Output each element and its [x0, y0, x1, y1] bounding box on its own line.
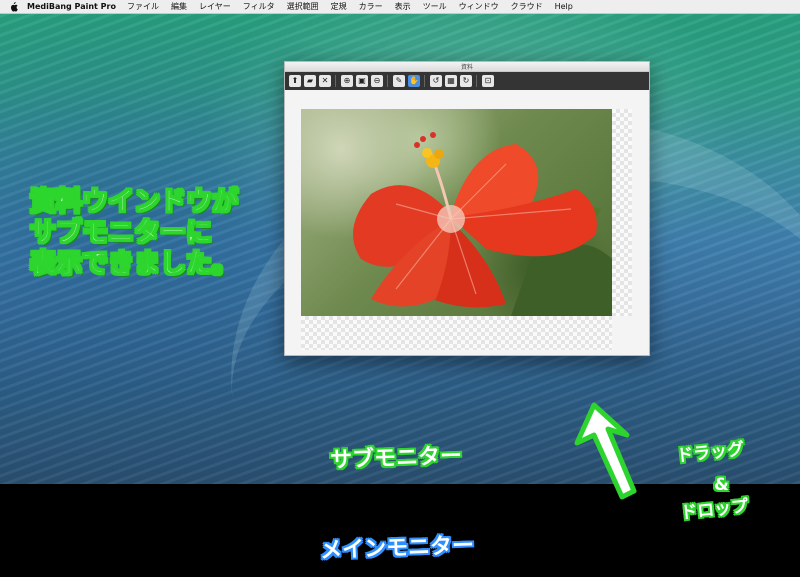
menu-help[interactable]: Help — [555, 2, 573, 11]
menu-window[interactable]: ウィンドウ — [459, 1, 499, 12]
zoom-out-button[interactable]: ⊖ — [371, 75, 383, 87]
close-icon: ✕ — [321, 76, 329, 85]
rotate-left-icon: ↺ — [432, 76, 440, 85]
app-name-menu[interactable]: MediBang Paint Pro — [27, 2, 116, 11]
zoom-in-button[interactable]: ⊕ — [341, 75, 353, 87]
rotate-reset-icon: ▦ — [447, 76, 455, 85]
menu-color[interactable]: カラー — [359, 1, 383, 12]
menu-edit[interactable]: 編集 — [171, 1, 187, 12]
folder-icon: ▰ — [306, 76, 314, 85]
zoom-out-icon: ⊖ — [373, 76, 381, 85]
caption-text: 資料ウインドウが サブモニターに 表示できました。 — [30, 187, 270, 280]
caption-line: 資料ウインドウが — [30, 187, 239, 218]
rotate-reset-button[interactable]: ▦ — [445, 75, 457, 87]
reference-toolbar: ⬆ ▰ ✕ ⊕ ▣ ⊖ ✎ ✋ ↺ ▦ ↻ ⊡ — [285, 72, 649, 90]
menu-cloud[interactable]: クラウド — [511, 1, 543, 12]
apple-icon[interactable] — [9, 1, 19, 12]
zoom-in-icon: ⊕ — [343, 76, 351, 85]
menu-selection[interactable]: 選択範囲 — [287, 1, 319, 12]
sub-monitor-label: サブモニター — [329, 443, 463, 474]
open-cloud-button[interactable]: ⬆ — [289, 75, 301, 87]
rotate-right-icon: ↻ — [462, 76, 470, 85]
reference-canvas[interactable] — [285, 90, 649, 355]
close-image-button[interactable]: ✕ — [319, 75, 331, 87]
toolbar-divider — [335, 75, 336, 87]
menu-file[interactable]: ファイル — [127, 1, 159, 12]
menu-filter[interactable]: フィルタ — [243, 1, 275, 12]
fit-window-button[interactable]: ▣ — [356, 75, 368, 87]
transparent-area — [612, 109, 632, 316]
caption-line: サブモニターに — [30, 218, 213, 249]
menu-view[interactable]: 表示 — [395, 1, 411, 12]
hand-tool-button[interactable]: ✋ — [408, 75, 420, 87]
transparent-area — [301, 316, 612, 350]
menu-tool[interactable]: ツール — [423, 1, 447, 12]
main-monitor-label: メインモニター — [319, 533, 475, 564]
toolbar-divider — [387, 75, 388, 87]
reference-window[interactable]: 資料 ⬆ ▰ ✕ ⊕ ▣ ⊖ ✎ ✋ ↺ ▦ ↻ ⊡ — [284, 61, 650, 356]
reference-window-titlebar[interactable]: 資料 — [285, 62, 649, 72]
menu-bar: MediBang Paint Pro ファイル 編集 レイヤー フィルタ 選択範… — [0, 0, 800, 14]
reference-window-title: 資料 — [460, 64, 473, 71]
rotate-left-button[interactable]: ↺ — [430, 75, 442, 87]
eyedropper-button[interactable]: ✎ — [393, 75, 405, 87]
pin-icon: ⊡ — [484, 76, 492, 85]
fit-icon: ▣ — [358, 76, 366, 85]
rotate-right-button[interactable]: ↻ — [460, 75, 472, 87]
hibiscus-photo[interactable] — [301, 109, 612, 316]
menu-layer[interactable]: レイヤー — [199, 1, 231, 12]
drag-arrow-icon — [574, 402, 637, 500]
open-cloud-icon: ⬆ — [291, 76, 299, 85]
caption-line: 表示できました。 — [30, 249, 239, 280]
ampersand-label: & — [714, 475, 729, 495]
toolbar-divider — [476, 75, 477, 87]
toolbar-divider — [424, 75, 425, 87]
open-file-button[interactable]: ▰ — [304, 75, 316, 87]
hand-icon: ✋ — [409, 76, 419, 85]
pin-button[interactable]: ⊡ — [482, 75, 494, 87]
menu-ruler[interactable]: 定規 — [331, 1, 347, 12]
eyedropper-icon: ✎ — [395, 76, 403, 85]
